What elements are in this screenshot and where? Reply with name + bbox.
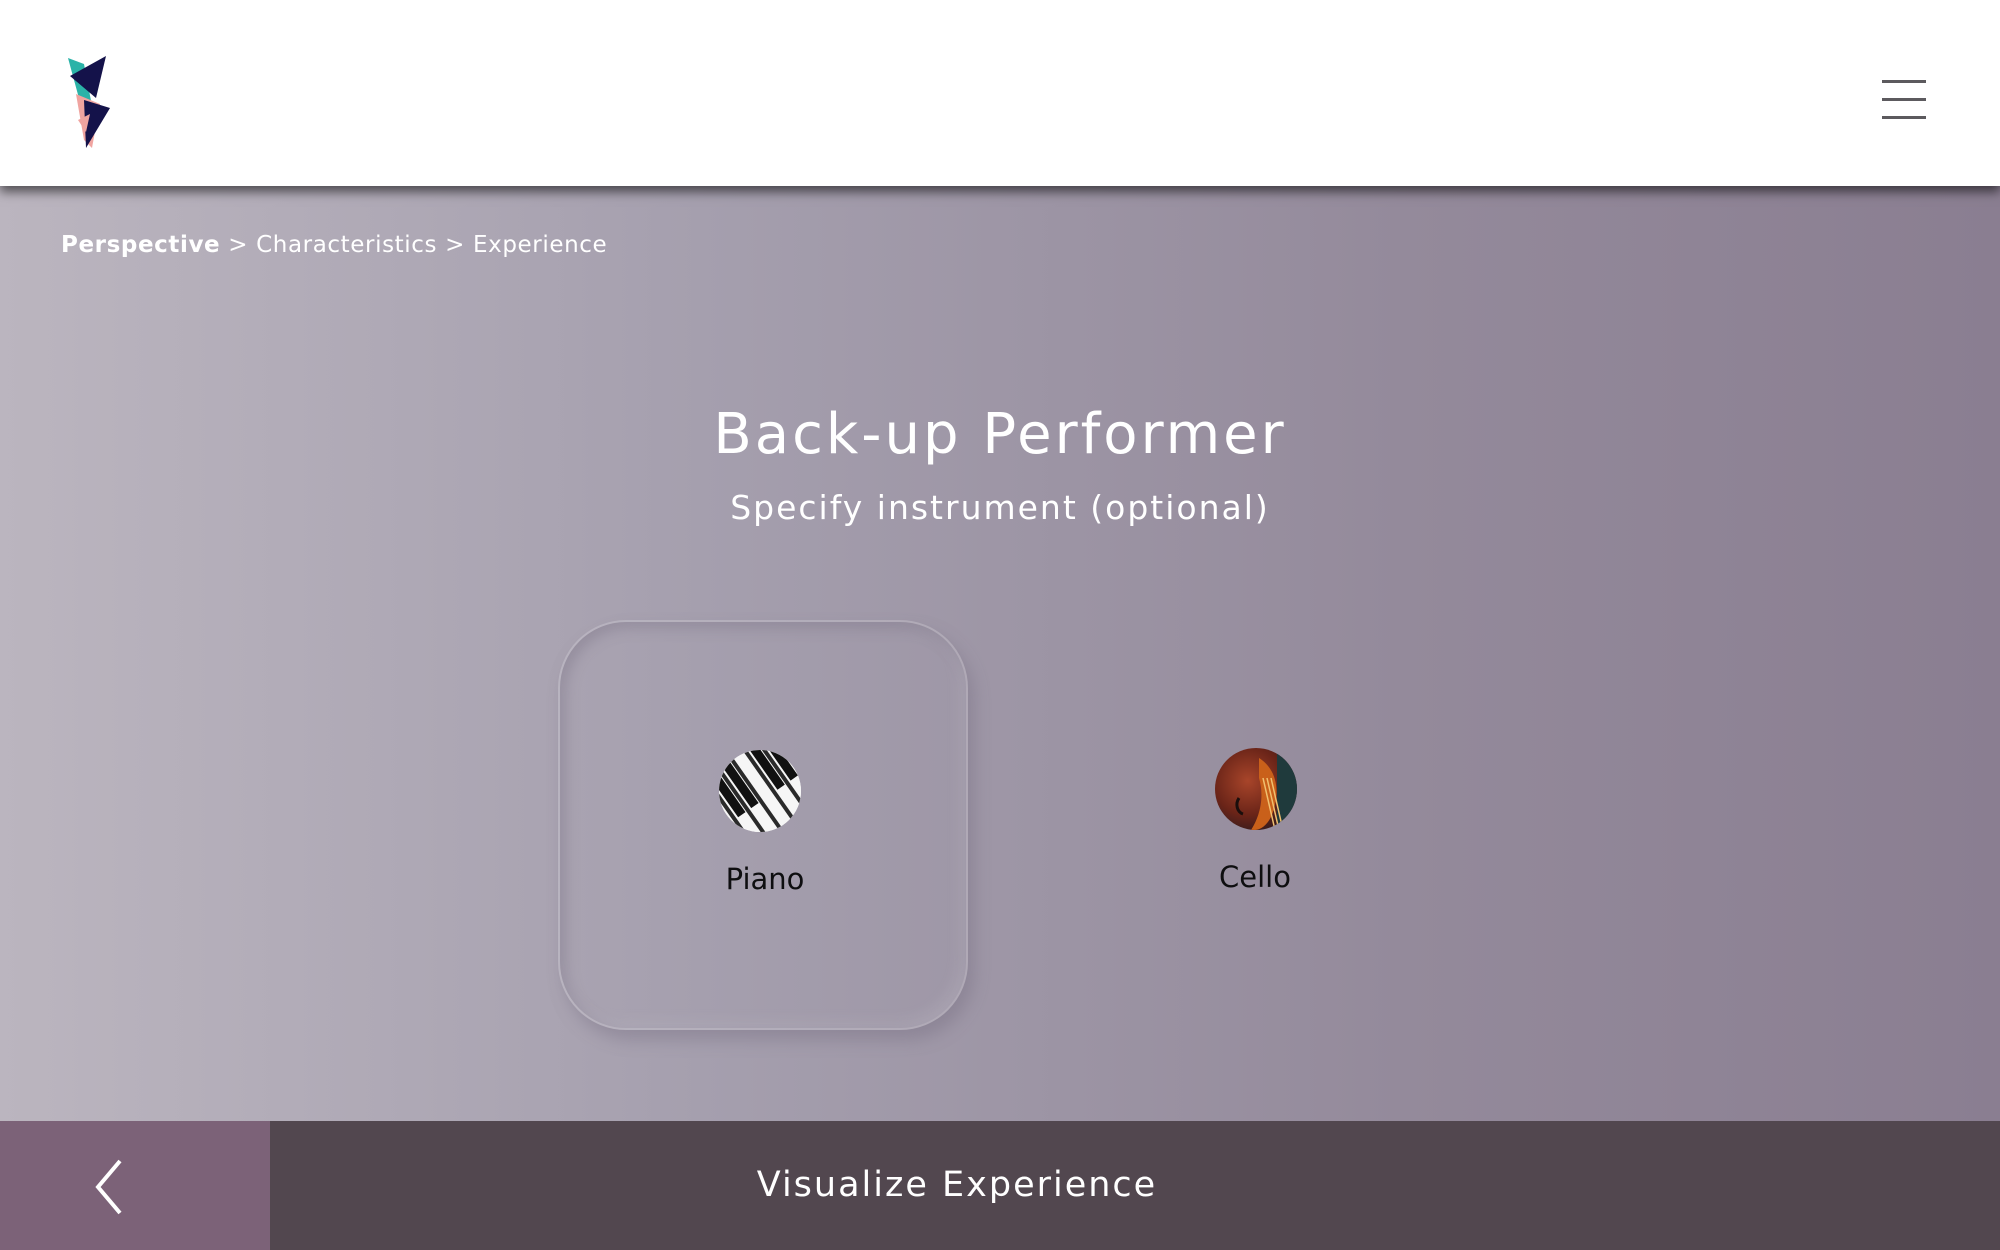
chevron-left-icon — [95, 1159, 122, 1215]
instrument-label-piano: Piano — [725, 862, 805, 896]
instrument-option-cello[interactable]: Cello — [1050, 620, 1460, 1030]
breadcrumb-separator: > — [445, 232, 465, 258]
breadcrumb-characteristics[interactable]: Characteristics — [256, 232, 437, 258]
piano-keys-icon — [719, 750, 801, 832]
hamburger-menu-icon[interactable] — [1882, 80, 1926, 122]
back-button[interactable] — [0, 1121, 270, 1250]
app-header — [0, 0, 2000, 186]
page-subtitle: Specify instrument (optional) — [730, 488, 1270, 527]
breadcrumb-separator: > — [228, 232, 249, 258]
page-title: Back-up Performer — [713, 402, 1287, 467]
main-content: Perspective > Characteristics > Experience B… — [0, 186, 2000, 1121]
instrument-label-cello: Cello — [1219, 860, 1291, 894]
breadcrumb-perspective[interactable]: Perspective — [61, 232, 220, 258]
cello-icon — [1215, 748, 1297, 830]
visualize-experience-button[interactable]: Visualize Experience — [270, 1121, 1644, 1250]
brand-logo-icon[interactable] — [62, 54, 120, 148]
action-footer: Visualize Experience — [0, 1121, 2000, 1250]
breadcrumb-experience[interactable]: Experience — [473, 232, 607, 258]
instrument-option-piano[interactable]: Piano — [558, 620, 968, 1030]
breadcrumb: Perspective > Characteristics > Experience — [61, 232, 607, 258]
